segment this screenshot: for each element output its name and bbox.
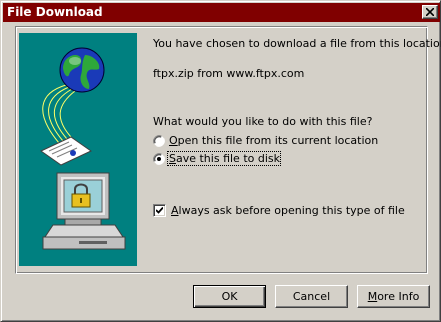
radio-open[interactable] — [153, 135, 165, 147]
open-file-label: Open this file from its current location — [169, 134, 379, 147]
file-download-dialog: File Download You have chosen to downloa… — [0, 0, 441, 322]
download-options-group: You have chosen to download a file from … — [15, 26, 441, 274]
checkmark-icon — [156, 207, 163, 214]
download-illustration — [19, 33, 137, 266]
always-ask-label: Always ask before opening this type of f… — [171, 204, 405, 217]
ok-button[interactable]: OK — [193, 285, 266, 308]
radio-save[interactable] — [153, 153, 165, 165]
question-text: What would you like to do with this file… — [153, 115, 373, 128]
intro-text: You have chosen to download a file from … — [153, 37, 441, 50]
globe-icon — [59, 47, 105, 93]
close-button[interactable] — [422, 5, 438, 19]
document-icon — [40, 136, 92, 166]
more-info-button[interactable]: More Info — [357, 285, 430, 308]
close-icon — [426, 8, 434, 16]
cancel-button[interactable]: Cancel — [275, 285, 348, 308]
title-bar[interactable]: File Download — [3, 3, 440, 22]
window-title: File Download — [7, 5, 103, 19]
source-text: ftpx.zip from www.ftpx.com — [153, 67, 305, 80]
radio-dot — [157, 157, 161, 161]
signal-lines — [42, 84, 76, 144]
save-file-label: Save this file to disk — [169, 152, 280, 165]
always-ask-checkbox[interactable] — [153, 204, 166, 217]
